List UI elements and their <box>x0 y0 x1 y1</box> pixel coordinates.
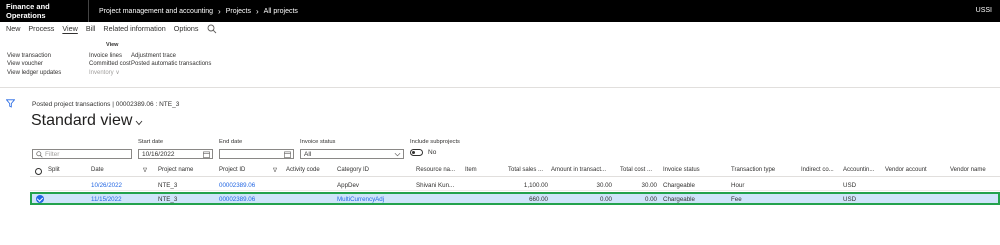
cell-total-cost: 0.00 <box>644 196 657 203</box>
filter-input[interactable]: Filter <box>32 149 132 159</box>
view-transaction-button[interactable]: View transaction <box>7 52 61 60</box>
topbar-divider <box>88 0 89 22</box>
chevron-right-icon: › <box>218 6 221 16</box>
view-selector[interactable]: Standard view <box>31 112 143 130</box>
end-date-label: End date <box>219 139 243 145</box>
column-header-item[interactable]: Item <box>465 167 477 173</box>
search-icon[interactable] <box>207 24 217 34</box>
tab-process[interactable]: Process <box>24 24 58 33</box>
end-date-field[interactable] <box>219 149 294 159</box>
filter-placeholder: Filter <box>45 150 60 158</box>
top-nav-bar: Finance and Operations Project managemen… <box>0 0 1000 22</box>
app-title[interactable]: Finance and Operations <box>0 2 88 20</box>
cell-resource-name: Shivani Kun... <box>416 181 455 189</box>
breadcrumb-projects[interactable]: Projects <box>226 8 251 15</box>
column-header-vendor-name[interactable]: Vendor name <box>950 167 986 173</box>
chevron-down-icon <box>394 152 401 157</box>
column-header-transaction-type[interactable]: Transaction type <box>731 167 775 173</box>
grid-header: Split Date ∇ Project name Project ID ∇ A… <box>30 166 1000 177</box>
cell-invoice-status: Chargeable <box>663 196 695 203</box>
column-header-project-id[interactable]: Project ID <box>219 167 245 173</box>
tab-new[interactable]: New <box>0 24 24 33</box>
include-subprojects-value: No <box>428 149 437 156</box>
cell-total-sales: 660.00 <box>529 196 548 203</box>
calendar-icon[interactable] <box>284 151 291 158</box>
chevron-down-icon: ∨ <box>115 69 120 76</box>
invoice-status-value: All <box>304 150 312 158</box>
table-row-selected[interactable]: 11/15/2022 NTE_3 00002389.06 MultiCurren… <box>30 192 1000 205</box>
action-pane: New Process View Bill Related informatio… <box>0 22 1000 35</box>
tab-related-information[interactable]: Related information <box>99 24 169 33</box>
cell-category-id[interactable]: MultiCurrencyAdj <box>337 196 384 203</box>
column-header-total-sales[interactable]: Total sales ... <box>508 167 543 173</box>
invoice-status-label: Invoice status <box>300 139 336 145</box>
page-caption: Posted project transactions | 00002389.0… <box>32 101 180 108</box>
include-subprojects-label: Include subprojects <box>410 139 460 145</box>
column-header-project-name[interactable]: Project name <box>158 167 193 173</box>
column-header-activity-code[interactable]: Activity code <box>286 167 320 173</box>
ribbon-group-title: View <box>106 42 119 48</box>
column-header-date[interactable]: Date <box>91 167 104 173</box>
cell-project-id[interactable]: 00002389.06 <box>219 196 255 203</box>
chevron-down-icon <box>136 120 143 125</box>
filter-pane-icon[interactable] <box>6 99 15 108</box>
inventory-menu-button[interactable]: Inventory ∨ <box>89 69 131 77</box>
view-ledger-updates-button[interactable]: View ledger updates <box>7 69 61 77</box>
include-subprojects-toggle[interactable]: No <box>410 149 436 156</box>
start-date-field[interactable]: 10/16/2022 <box>138 149 213 159</box>
invoice-status-select[interactable]: All <box>300 149 404 159</box>
cell-invoice-status: Chargeable <box>663 181 695 189</box>
cell-transaction-type: Hour <box>731 181 745 189</box>
cell-total-sales: 1,100.00 <box>523 181 548 189</box>
posted-automatic-transactions-button[interactable]: Posted automatic transactions <box>131 60 211 68</box>
cell-transaction-type: Fee <box>731 196 742 203</box>
company-picker[interactable]: USSI <box>976 7 992 14</box>
cell-project-name: NTE_3 <box>158 181 178 189</box>
cell-category-id: AppDev <box>337 181 360 189</box>
cell-accounting-currency: USD <box>843 196 857 203</box>
start-date-label: Start date <box>138 139 164 145</box>
action-pane-divider <box>0 87 1000 88</box>
column-header-indirect-cost[interactable]: Indirect co... <box>801 167 834 173</box>
toggle-switch <box>410 149 423 156</box>
cell-accounting-currency: USD <box>843 181 857 189</box>
column-header-split[interactable]: Split <box>48 167 60 173</box>
tab-view[interactable]: View <box>58 24 81 33</box>
search-icon <box>36 150 43 158</box>
inventory-label: Inventory <box>89 69 114 76</box>
cell-project-name: NTE_3 <box>158 196 178 203</box>
committed-cost-button[interactable]: Committed cost <box>89 60 131 68</box>
column-header-accounting-currency[interactable]: Accountin... <box>843 167 874 173</box>
column-header-resource-name[interactable]: Resource na... <box>416 167 455 173</box>
cell-date[interactable]: 10/26/2022 <box>91 182 122 189</box>
cell-amount: 30.00 <box>596 181 612 189</box>
table-row[interactable]: 10/26/2022 NTE_3 00002389.06 AppDev Shiv… <box>30 180 1000 191</box>
column-header-invoice-status[interactable]: Invoice status <box>663 167 700 173</box>
cell-total-cost: 30.00 <box>641 181 657 189</box>
cell-date[interactable]: 11/15/2022 <box>91 196 122 203</box>
column-header-vendor-account[interactable]: Vendor account <box>885 167 927 173</box>
start-date-value: 10/16/2022 <box>142 150 175 158</box>
column-header-total-cost[interactable]: Total cost ... <box>620 167 652 173</box>
row-selected-check-icon[interactable] <box>36 195 44 203</box>
invoice-lines-button[interactable]: Invoice lines <box>89 52 131 60</box>
breadcrumb-module[interactable]: Project management and accounting <box>99 8 213 15</box>
cell-amount: 0.00 <box>599 196 612 203</box>
calendar-icon[interactable] <box>203 151 210 158</box>
filter-icon[interactable]: ∇ <box>273 167 277 174</box>
view-title: Standard view <box>31 112 133 129</box>
filter-icon[interactable]: ∇ <box>143 167 147 174</box>
cell-project-id[interactable]: 00002389.06 <box>219 182 255 189</box>
tab-options[interactable]: Options <box>170 24 203 33</box>
select-all-radio[interactable] <box>35 168 42 175</box>
breadcrumb-all-projects[interactable]: All projects <box>264 8 298 15</box>
view-voucher-button[interactable]: View voucher <box>7 60 61 68</box>
chevron-right-icon: › <box>256 6 259 16</box>
column-header-amount-in-transaction[interactable]: Amount in transact... <box>551 167 606 173</box>
tab-bill[interactable]: Bill <box>82 24 100 33</box>
adjustment-trace-button[interactable]: Adjustment trace <box>131 52 211 60</box>
column-header-category-id[interactable]: Category ID <box>337 167 369 173</box>
